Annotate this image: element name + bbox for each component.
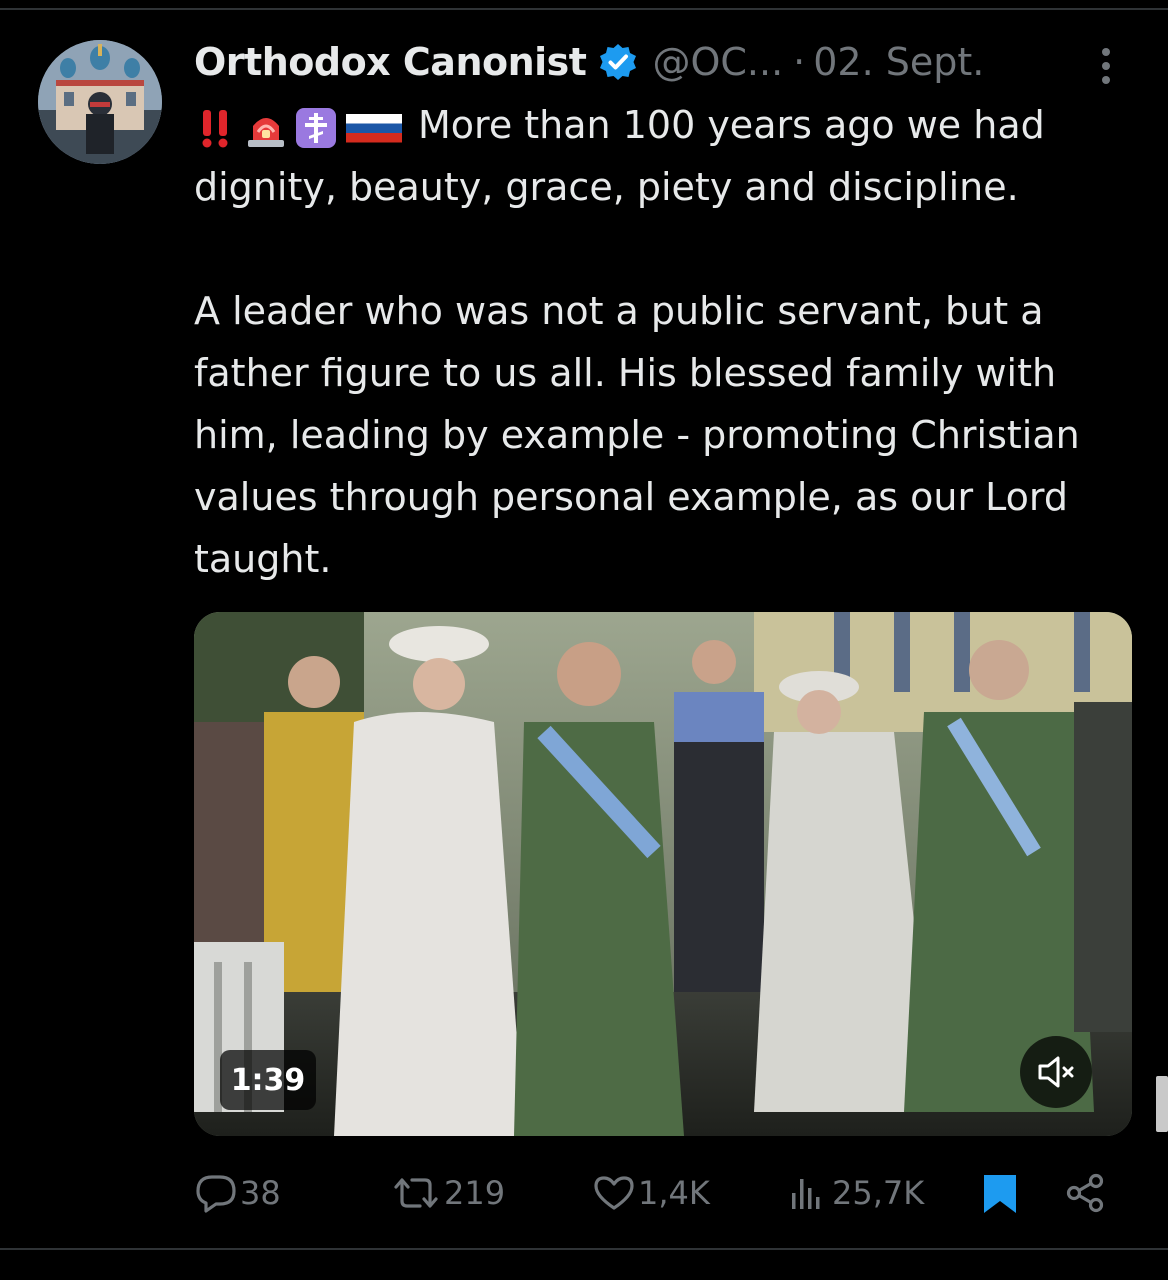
bottom-divider <box>0 1248 1168 1250</box>
display-name[interactable]: Orthodox Canonist <box>194 40 587 84</box>
retweet-button[interactable]: 219 <box>390 1162 505 1224</box>
mute-button[interactable] <box>1020 1036 1092 1108</box>
like-button[interactable]: 1,4K <box>592 1162 710 1224</box>
views-button[interactable]: 25,7K <box>786 1162 924 1224</box>
reply-icon <box>196 1175 236 1213</box>
speaker-muted-icon <box>1038 1056 1074 1088</box>
double-exclamation-icon <box>194 106 238 150</box>
tweet-line-2: dignity, beauty, grace, piety and discip… <box>194 165 1019 209</box>
top-divider <box>0 8 1168 10</box>
views-chart-icon <box>792 1179 820 1209</box>
tweet-paragraph-2: A leader who was not a public servant, b… <box>194 289 1080 581</box>
reply-count: 38 <box>240 1174 281 1212</box>
video-frame <box>194 612 1132 1136</box>
retweet-count: 219 <box>444 1174 506 1212</box>
scrollbar-thumb[interactable] <box>1156 1076 1168 1132</box>
view-count: 25,7K <box>832 1174 925 1212</box>
video-player[interactable] <box>194 612 1132 1136</box>
orthodox-cross-icon <box>294 106 338 150</box>
more-vertical-icon[interactable] <box>1094 44 1118 88</box>
video-duration: 1:39 <box>220 1050 316 1110</box>
timestamp[interactable]: 02. Sept. <box>813 40 984 84</box>
reply-button[interactable]: 38 <box>194 1162 281 1224</box>
tweet-line-1: More than 100 years ago we had <box>418 103 1045 147</box>
russia-flag-icon <box>344 106 404 150</box>
handle[interactable]: @OC... <box>652 40 783 84</box>
like-count: 1,4K <box>638 1174 710 1212</box>
heart-icon <box>594 1176 634 1210</box>
tweet-header: Orthodox Canonist @OC... · 02. Sept. <box>194 34 984 90</box>
emoji-group <box>194 106 410 150</box>
police-light-icon <box>244 106 288 150</box>
share-icon <box>1066 1173 1104 1213</box>
tweet-card[interactable]: Orthodox Canonist @OC... · 02. Sept. Mor… <box>0 0 1168 1280</box>
bookmark-button[interactable] <box>978 1162 1022 1224</box>
verified-badge-icon <box>598 42 638 82</box>
separator: · <box>793 40 806 84</box>
avatar[interactable] <box>38 40 162 164</box>
tweet-body: More than 100 years ago we had dignity, … <box>194 94 1144 590</box>
tweet-paragraph-1: More than 100 years ago we had dignity, … <box>194 94 1144 218</box>
bookmark-icon <box>984 1175 1016 1213</box>
avatar-image <box>38 40 162 164</box>
share-button[interactable] <box>1064 1162 1108 1224</box>
tweet-actions: 38 219 1,4K 25,7K <box>194 1162 1124 1224</box>
retweet-icon <box>394 1178 438 1208</box>
